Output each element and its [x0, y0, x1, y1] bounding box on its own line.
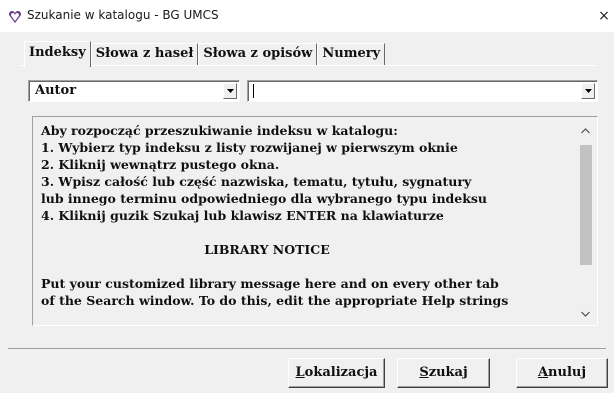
app-icon: [8, 9, 22, 23]
search-term-dropdown-button[interactable]: [581, 83, 595, 99]
index-type-select[interactable]: Autor: [28, 80, 240, 102]
window-title: Szukanie w katalogu - BG UMCS: [27, 8, 219, 22]
help-line: 2. Kliknij wewnątrz pustego okna.: [41, 157, 280, 172]
tab-slowa-z-hasel[interactable]: Słowa z haseł: [90, 43, 199, 65]
close-icon[interactable]: ×: [594, 0, 614, 32]
title-bar: Szukanie w katalogu - BG UMCS ×: [0, 0, 614, 32]
cancel-button[interactable]: Anuluj: [516, 358, 608, 388]
mnemonic: L: [295, 365, 305, 380]
button-label: zukaj: [428, 365, 468, 380]
mnemonic: S: [419, 365, 429, 380]
index-type-value: Autor: [35, 83, 77, 98]
scroll-up-arrow-icon[interactable]: [577, 123, 594, 140]
chevron-down-icon: [585, 89, 592, 93]
search-button[interactable]: Szukaj: [397, 358, 490, 388]
help-line: Aby rozpocząć przeszukiwanie indeksu w k…: [41, 123, 398, 138]
help-line: lub innego terminu odpowiedniego dla wyb…: [41, 191, 488, 206]
help-line: 4. Kliknij guzik Szukaj lub klawisz ENTE…: [41, 208, 444, 223]
help-blank-line: [41, 224, 561, 241]
tab-strip: Indeksy Słowa z haseł Słowa z opisów Num…: [24, 41, 386, 67]
tab-numery[interactable]: Numery: [317, 43, 386, 65]
notice-line: of the Search window. To do this, edit t…: [41, 293, 509, 308]
help-line: 3. Wpisz całość lub część nazwiska, tema…: [41, 174, 472, 189]
tab-panel-edge: [20, 65, 597, 66]
help-blank-line: [41, 258, 561, 275]
scroll-thumb[interactable]: [580, 145, 592, 265]
notice-line: Put your customized library message here…: [41, 276, 499, 291]
text-cursor: [253, 84, 254, 98]
button-label: okalizacja: [304, 365, 378, 380]
tab-slowa-z-opisow[interactable]: Słowa z opisów: [198, 43, 318, 65]
help-line: 1. Wybierz typ indeksu z listy rozwijane…: [41, 140, 458, 155]
library-notice-heading: LIBRARY NOTICE: [204, 242, 330, 257]
divider: [8, 348, 606, 349]
tab-indeksy[interactable]: Indeksy: [24, 41, 91, 67]
button-label: nuluj: [548, 365, 587, 380]
index-type-dropdown-button[interactable]: [223, 83, 237, 99]
mnemonic: A: [537, 365, 549, 380]
help-text-area[interactable]: Aby rozpocząć przeszukiwanie indeksu w k…: [32, 116, 598, 326]
dialog-body: Indeksy Słowa z haseł Słowa z opisów Num…: [0, 32, 614, 393]
search-term-combo[interactable]: [247, 80, 598, 102]
vertical-scrollbar[interactable]: [577, 118, 594, 325]
help-text: Aby rozpocząć przeszukiwanie indeksu w k…: [41, 122, 561, 309]
lokalizacja-button[interactable]: Lokalizacja: [288, 358, 385, 388]
chevron-down-icon: [227, 89, 234, 93]
scroll-down-arrow-icon[interactable]: [577, 306, 594, 323]
